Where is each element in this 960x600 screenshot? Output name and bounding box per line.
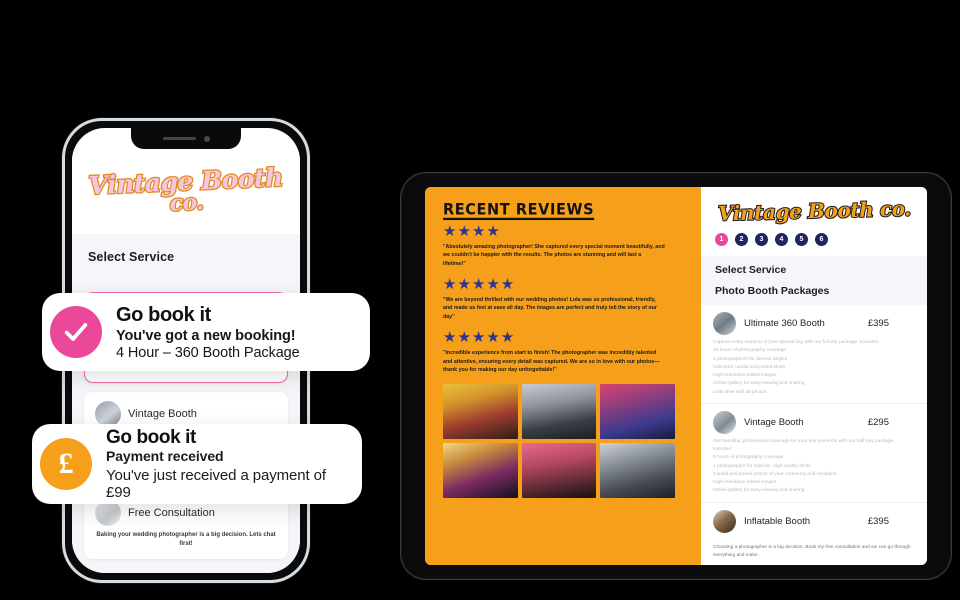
phone-logo-header: Vintage Booth co. xyxy=(72,149,300,234)
package-description: Get beautiful, professional coverage for… xyxy=(713,438,895,494)
notification-detail: 4 Hour – 360 Booth Package xyxy=(116,344,300,361)
notification-title: Go book it xyxy=(116,303,211,326)
notification-subtitle: Payment received xyxy=(106,448,224,465)
gallery-photo[interactable] xyxy=(521,383,597,439)
notification-title: Go book it xyxy=(106,426,196,448)
star-rating-icon: ★★★★ xyxy=(443,223,501,240)
brand-logo: Vintage Booth co. xyxy=(87,161,285,217)
step-3[interactable]: 3 xyxy=(755,233,768,246)
booking-header: Select Service Photo Booth Packages xyxy=(701,256,927,305)
package-name: Ultimate 360 Booth xyxy=(744,318,825,329)
avatar xyxy=(713,312,736,335)
tablet-logo-header: Vintage Booth co. xyxy=(701,187,927,231)
list-item[interactable]: Vintage Booth £295 Get beautiful, profes… xyxy=(701,404,927,503)
section-title: Photo Booth Packages xyxy=(715,285,830,297)
list-item[interactable]: Ultimate 360 Booth £395 Capture every mo… xyxy=(701,305,927,404)
step-2[interactable]: 2 xyxy=(735,233,748,246)
review-text: "Incredible experience from start to fin… xyxy=(443,349,660,374)
package-price: £395 xyxy=(867,318,889,329)
package-price: £395 xyxy=(867,515,889,527)
gallery-photo[interactable] xyxy=(600,383,675,439)
review-item: ★★★★★ "Incredible experience from start … xyxy=(443,330,685,374)
package-price: £295 xyxy=(867,416,889,428)
step-5[interactable]: 5 xyxy=(795,233,808,246)
avatar xyxy=(713,509,736,533)
select-service-label: Select Service xyxy=(88,250,175,264)
tablet-device-mockup: RECENT REVIEWS ★★★★ "Absolutely amazing … xyxy=(400,172,952,580)
review-text: "Absolutely amazing photographer! She ca… xyxy=(443,243,665,267)
notification-card-booking[interactable]: Go book it You've got a new booking! 4 H… xyxy=(42,293,370,371)
pound-circle-icon: £ xyxy=(40,438,92,490)
booking-panel: Vintage Booth co. 1 2 3 4 5 6 Select Ser… xyxy=(701,187,927,565)
package-name: Vintage Booth xyxy=(128,408,197,421)
review-text: "We are beyond thrilled with our wedding… xyxy=(443,296,657,320)
list-item[interactable]: Inflatable Booth £395 xyxy=(701,503,927,539)
package-name: Inflatable Booth xyxy=(744,515,811,527)
step-6[interactable]: 6 xyxy=(815,233,828,246)
notification-body: Go book it You've got a new booking! 4 H… xyxy=(116,304,312,361)
gallery-photo[interactable] xyxy=(443,383,518,439)
screenshot-stage: Vintage Booth co. Select Service Half Da… xyxy=(0,0,960,600)
gallery-photo[interactable] xyxy=(521,442,597,498)
avatar xyxy=(713,410,736,434)
step-indicator: 1 2 3 4 5 6 xyxy=(701,231,927,256)
check-icon xyxy=(64,323,88,341)
check-circle-icon xyxy=(50,306,102,358)
gallery-photo[interactable] xyxy=(443,442,518,498)
select-service-label: Select Service xyxy=(715,264,787,276)
speaker-icon xyxy=(162,136,196,141)
package-name: Vintage Booth xyxy=(744,416,804,428)
package-list: Ultimate 360 Booth £395 Capture every mo… xyxy=(701,305,927,539)
star-rating-icon: ★★★★★ xyxy=(443,329,516,347)
phone-select-service-header: Select Service xyxy=(72,234,300,284)
pound-icon: £ xyxy=(58,447,74,480)
package-row: Vintage Booth £295 xyxy=(713,410,915,434)
consultation-note: Choosing a photographer is a big decisio… xyxy=(713,544,911,558)
phone-notch xyxy=(131,128,241,149)
star-rating-icon: ★★★★★ xyxy=(443,276,516,294)
front-camera-icon xyxy=(203,135,210,142)
notification-card-payment[interactable]: £ Go book it Payment received You've jus… xyxy=(32,424,362,504)
review-item: ★★★★ "Absolutely amazing photographer! S… xyxy=(443,223,685,268)
photo-gallery-grid xyxy=(443,383,675,498)
step-1[interactable]: 1 xyxy=(715,233,728,246)
package-name: Free Consultation xyxy=(128,506,215,519)
package-row: Ultimate 360 Booth £395 xyxy=(713,312,915,335)
notification-body: Go book it Payment received You've just … xyxy=(106,427,362,502)
package-row: Inflatable Booth £395 xyxy=(713,509,915,533)
package-description: Capture every moment of your special day… xyxy=(713,340,880,395)
reviews-panel: RECENT REVIEWS ★★★★ "Absolutely amazing … xyxy=(425,187,701,565)
gallery-photo[interactable] xyxy=(600,442,675,498)
review-item: ★★★★★ "We are beyond thrilled with our w… xyxy=(443,277,685,321)
notification-subtitle: You've got a new booking! xyxy=(116,327,296,344)
step-4[interactable]: 4 xyxy=(775,233,788,246)
package-note: Baking your wedding photographer is a bi… xyxy=(96,531,276,548)
page-title: RECENT REVIEWS xyxy=(443,201,595,219)
notification-detail: You've just received a payment of £99 xyxy=(106,467,326,502)
brand-logo: Vintage Booth co. xyxy=(716,195,911,226)
tablet-screen: RECENT REVIEWS ★★★★ "Absolutely amazing … xyxy=(425,187,927,565)
